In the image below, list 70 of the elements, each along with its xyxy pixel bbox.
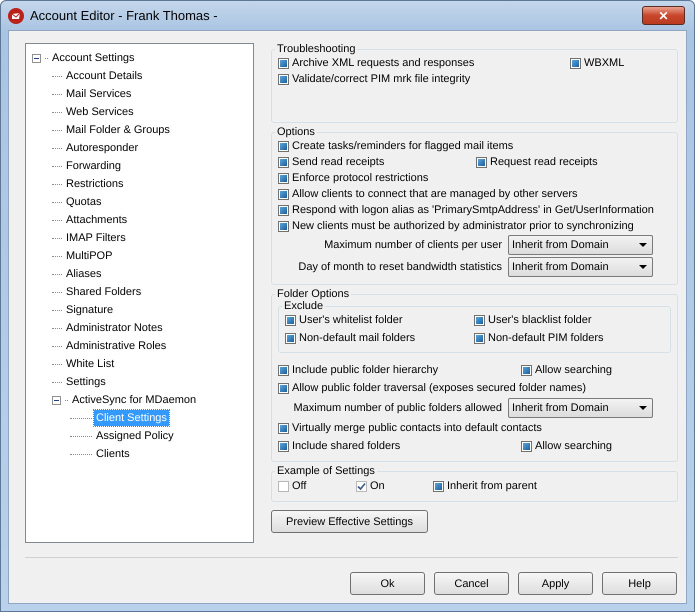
checkbox[interactable]: Archive XML requests and responses <box>278 56 570 70</box>
tree-item[interactable]: Web Services <box>64 104 136 120</box>
window-title: Account Editor - Frank Thomas - <box>30 8 219 23</box>
group-title: Exclude <box>283 300 324 312</box>
checkbox[interactable]: Allow searching <box>521 439 671 453</box>
checkbox[interactable]: Send read receipts <box>278 155 476 169</box>
checkbox[interactable]: Inherit from parent <box>433 479 671 493</box>
tree-item[interactable]: IMAP Filters <box>64 230 128 246</box>
preview-settings-button[interactable]: Preview Effective Settings <box>271 510 428 533</box>
checkbox[interactable]: User's whitelist folder <box>285 313 474 327</box>
dialog-button[interactable]: Help <box>602 572 677 595</box>
checkbox[interactable]: Include public folder hierarchy <box>278 363 521 377</box>
tree-item[interactable]: MultiPOP <box>64 248 114 264</box>
tree-item[interactable]: Administrator Notes <box>64 320 165 336</box>
dialog-button[interactable]: Apply <box>518 572 593 595</box>
tree-item[interactable]: Quotas <box>64 194 104 210</box>
checkbox[interactable]: Respond with logon alias as 'PrimarySmtpAddress' in Get/UserInformation <box>278 203 671 217</box>
checkbox[interactable]: User's blacklist folder <box>474 313 664 327</box>
tree-item[interactable]: Assigned Policy <box>94 428 176 444</box>
checkbox[interactable]: Create tasks/reminders for flagged mail items <box>278 139 671 153</box>
checkbox[interactable]: Allow searching <box>521 363 671 377</box>
dialog-button[interactable]: Cancel <box>434 572 509 595</box>
dropdown-arrow-icon <box>639 265 647 269</box>
field-label: Maximum number of clients per user <box>324 239 502 251</box>
collapse-icon[interactable] <box>32 54 41 62</box>
checkbox[interactable]: Include shared folders <box>278 439 521 453</box>
tree-item[interactable]: Autoresponder <box>64 140 140 156</box>
tree-item[interactable]: Forwarding <box>64 158 124 174</box>
tree-item[interactable]: Mail Folder & Groups <box>64 122 172 138</box>
checkbox[interactable]: Non-default PIM folders <box>474 331 664 345</box>
dropdown[interactable]: Inherit from Domain <box>508 235 653 255</box>
checkbox[interactable]: Request read receipts <box>476 155 671 169</box>
tree-item[interactable]: Signature <box>64 302 116 318</box>
dropdown[interactable]: Inherit from Domain <box>508 257 653 277</box>
field-label: Maximum number of public folders allowed <box>294 402 502 414</box>
checkbox[interactable]: WBXML <box>570 56 671 70</box>
tree-item[interactable]: ActiveSync for MDaemon <box>70 392 198 408</box>
tree-item[interactable]: Administrative Roles <box>64 338 168 354</box>
checkbox[interactable]: Enforce protocol restrictions <box>278 171 671 185</box>
tree-item[interactable]: Account Details <box>64 68 144 84</box>
tree-item[interactable]: White List <box>64 356 116 372</box>
checkbox[interactable]: On <box>356 479 433 493</box>
tree-item[interactable]: Attachments <box>64 212 130 228</box>
checkbox[interactable]: Validate/correct PIM mrk file integrity <box>278 72 671 86</box>
dropdown-arrow-icon <box>639 243 647 247</box>
dialog-button[interactable]: Ok <box>350 572 425 595</box>
tree-item[interactable]: Restrictions <box>64 176 126 192</box>
tree-item[interactable]: Clients <box>94 446 132 462</box>
tree-item[interactable]: Account Settings <box>50 50 137 66</box>
dropdown[interactable]: Inherit from Domain <box>508 398 653 418</box>
collapse-icon[interactable] <box>52 396 61 404</box>
checkbox[interactable]: Off <box>278 479 356 493</box>
group-title: Options <box>276 126 316 138</box>
group-title: Troubleshooting <box>276 43 356 55</box>
tree-item[interactable]: Mail Services <box>64 86 134 102</box>
checkbox[interactable]: Allow clients to connect that are managed by other servers <box>278 187 671 201</box>
tree-item[interactable]: Shared Folders <box>64 284 144 300</box>
checkbox[interactable]: Virtually merge public contacts into default contacts <box>278 421 671 435</box>
group-title: Folder Options <box>276 288 350 300</box>
checkbox[interactable]: Non-default mail folders <box>285 331 474 345</box>
checkmark-icon <box>357 482 366 490</box>
checkbox[interactable]: New clients must be authorized by administrator prior to synchronizing <box>278 219 671 233</box>
field-label: Day of month to reset bandwidth statistics <box>298 261 502 273</box>
dropdown-arrow-icon <box>639 406 647 410</box>
group-title: Example of Settings <box>276 465 376 477</box>
app-icon <box>8 8 24 24</box>
close-button[interactable]: ✕ <box>642 6 685 25</box>
checkbox[interactable]: Allow public folder traversal (exposes secured folder names) <box>278 381 671 395</box>
tree-item[interactable]: Settings <box>64 374 108 390</box>
tree-item[interactable]: Aliases <box>64 266 104 282</box>
